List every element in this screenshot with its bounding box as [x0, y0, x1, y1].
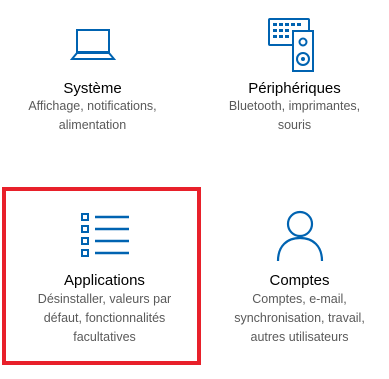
- tile-comptes[interactable]: Comptes Comptes, e-mail, synchronisation…: [210, 186, 389, 368]
- tile-peripheriques[interactable]: Périphériques Bluetooth, imprimantes, so…: [200, 0, 389, 180]
- description-line: synchronisation, travail,: [234, 311, 365, 325]
- tile-systeme[interactable]: Système Affichage, notifications, alimen…: [0, 0, 185, 180]
- settings-page: Système Affichage, notifications, alimen…: [0, 0, 389, 379]
- tile-description: Désinstaller, valeurs par défaut, foncti…: [0, 290, 209, 347]
- description-line: alimentation: [58, 118, 127, 132]
- person-icon: [276, 210, 323, 262]
- laptop-icon: [69, 29, 116, 60]
- tile-description: Affichage, notifications, alimentation: [0, 97, 185, 135]
- tile-title: Système: [63, 80, 122, 97]
- tile-description: Comptes, e-mail, synchronisation, travai…: [210, 290, 389, 347]
- tile-title: Applications: [64, 272, 145, 289]
- description-line: Bluetooth, imprimantes,: [228, 99, 361, 113]
- description-line: Désinstaller, valeurs par: [37, 292, 172, 306]
- description-line: facultatives: [73, 330, 136, 344]
- keyboard-speaker-icon: [267, 18, 314, 72]
- tile-applications[interactable]: Applications Désinstaller, valeurs par d…: [0, 186, 209, 368]
- tile-title: Comptes: [269, 272, 330, 289]
- app-list-icon: [80, 213, 129, 257]
- description-line: Comptes, e-mail,: [252, 292, 347, 306]
- description-line: autres utilisateurs: [250, 330, 349, 344]
- description-line: souris: [277, 118, 312, 132]
- tile-description: Bluetooth, imprimantes, souris: [200, 97, 389, 135]
- tile-title: Périphériques: [248, 80, 341, 97]
- description-line: défaut, fonctionnalités: [43, 311, 166, 325]
- description-line: Affichage, notifications,: [28, 99, 157, 113]
